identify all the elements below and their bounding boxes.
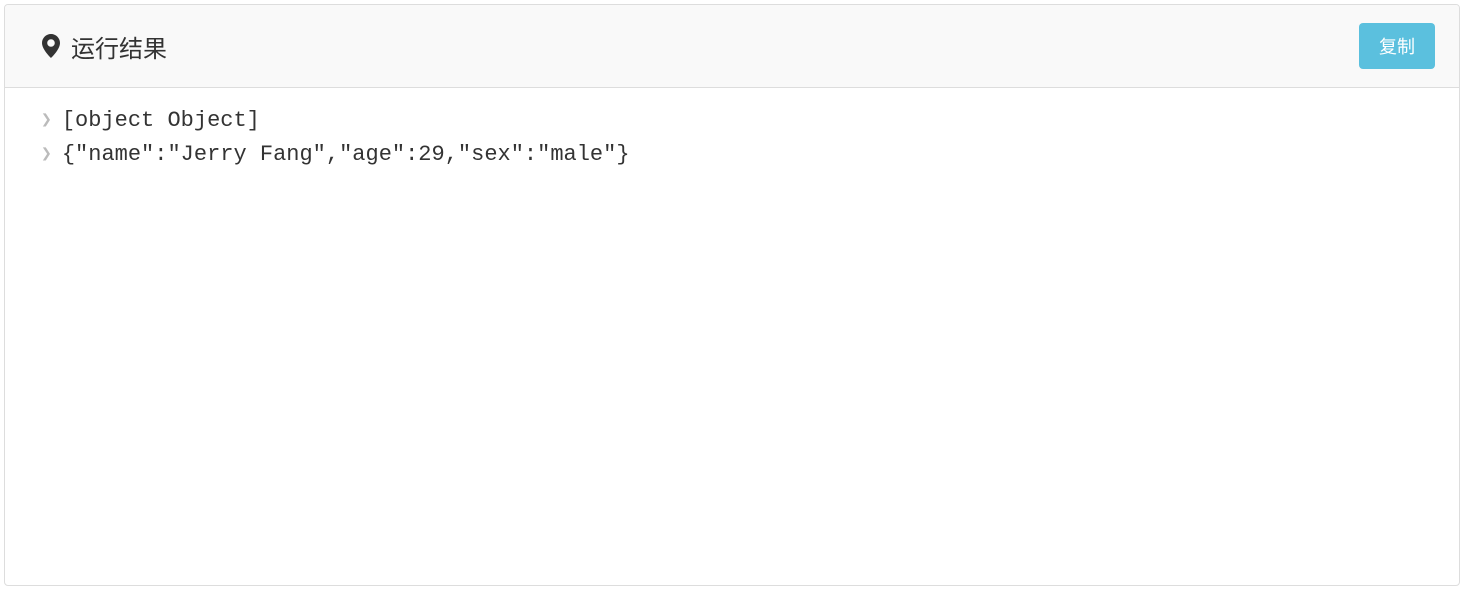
panel-title-text: 运行结果 (71, 29, 167, 64)
panel-title: 运行结果 (41, 29, 167, 64)
chevron-right-icon: ❯ (41, 104, 52, 138)
chevron-right-icon: ❯ (41, 138, 52, 172)
output-text: {"name":"Jerry Fang","age":29,"sex":"mal… (62, 138, 630, 172)
copy-button[interactable]: 复制 (1359, 23, 1435, 69)
output-text: [object Object] (62, 104, 260, 138)
output-line: ❯ [object Object] (41, 104, 1423, 138)
location-icon (41, 36, 61, 56)
panel-header: 运行结果 复制 (5, 5, 1459, 88)
output-line: ❯ {"name":"Jerry Fang","age":29,"sex":"m… (41, 138, 1423, 172)
output-area: ❯ [object Object] ❯ {"name":"Jerry Fang"… (5, 88, 1459, 188)
result-panel: 运行结果 复制 ❯ [object Object] ❯ {"name":"Jer… (4, 4, 1460, 586)
